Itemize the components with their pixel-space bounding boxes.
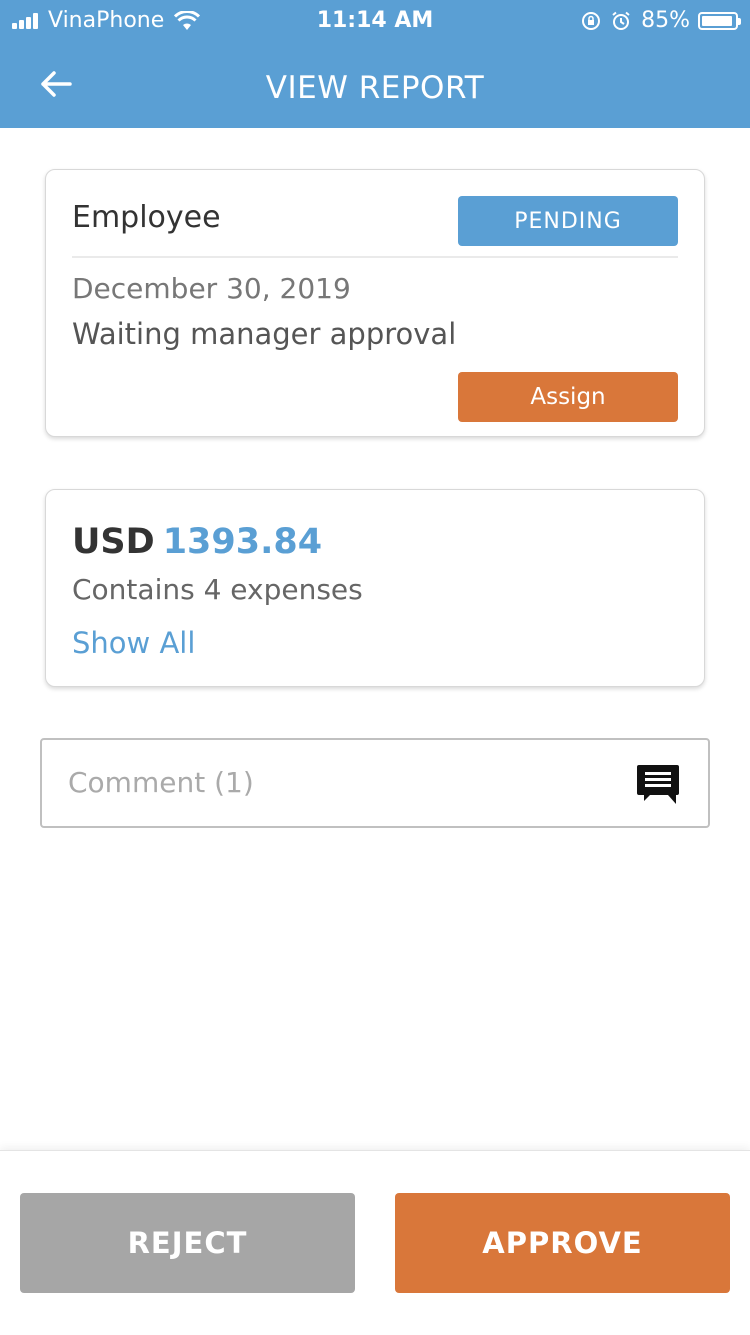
comment-label: Comment (1) — [68, 766, 254, 799]
expense-count: Contains 4 expenses — [72, 573, 363, 606]
approve-button[interactable]: APPROVE — [395, 1193, 730, 1293]
amount-value: 1393.84 — [162, 522, 323, 562]
assign-button[interactable]: Assign — [458, 372, 678, 422]
reject-button[interactable]: REJECT — [20, 1193, 355, 1293]
report-status-text: Waiting manager approval — [72, 317, 457, 351]
currency-label: USD — [72, 522, 155, 562]
employee-label: Employee — [72, 200, 221, 235]
action-bar: REJECT APPROVE — [0, 1150, 750, 1335]
battery-percent: 85% — [641, 8, 690, 33]
app-header: VinaPhone 11:14 AM 85% VIEW REPORT — [0, 0, 750, 128]
amount-line: USD 1393.84 — [72, 522, 322, 562]
alarm-icon — [612, 11, 630, 30]
report-card: Employee PENDING December 30, 2019 Waiti… — [45, 169, 705, 437]
comment-field[interactable]: Comment (1) — [40, 738, 710, 828]
orientation-lock-icon — [582, 11, 601, 30]
comment-icon — [637, 765, 679, 804]
card-divider — [72, 256, 678, 258]
amount-card: USD 1393.84 Contains 4 expenses Show All — [45, 489, 705, 687]
report-date: December 30, 2019 — [72, 272, 351, 305]
status-bar: VinaPhone 11:14 AM 85% — [0, 0, 750, 42]
battery-icon — [698, 11, 741, 30]
status-badge: PENDING — [458, 196, 678, 246]
show-all-link[interactable]: Show All — [72, 626, 195, 660]
page-title: VIEW REPORT — [265, 70, 485, 106]
status-right: 85% — [581, 8, 741, 33]
